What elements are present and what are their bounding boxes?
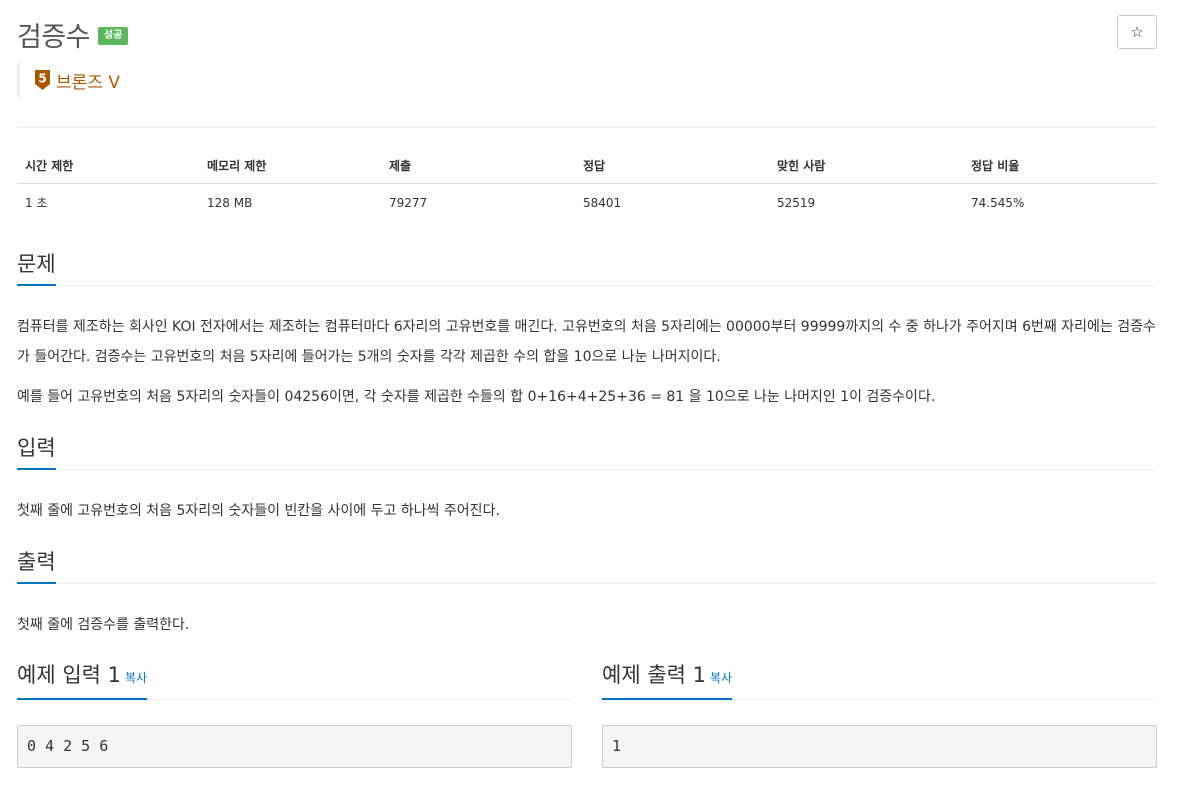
title-row: 검증수 성공 (17, 14, 129, 54)
page-title: 검증수 (17, 21, 91, 53)
tier-icon: 5 (34, 69, 51, 91)
star-button[interactable]: ☆ (1117, 15, 1157, 49)
header-accept-ratio: 정답 비율 (963, 147, 1157, 184)
problem-section: 문제 컴퓨터를 제조하는 회사인 KOI 전자에서는 제조하는 컴퓨터마다 6자… (17, 250, 1157, 412)
header-time-limit: 시간 제한 (17, 147, 199, 184)
sample-output-section: 예제 출력 1 복사 1 (602, 661, 1157, 768)
input-section: 입력 첫째 줄에 고유번호의 처음 5자리의 숫자들이 빈칸을 사이에 두고 하… (17, 434, 1157, 526)
table-header-row: 시간 제한 메모리 제한 제출 정답 맞힌 사람 정답 비율 (17, 147, 1157, 184)
output-section-header: 출력 (17, 548, 1157, 584)
divider (17, 127, 1157, 128)
sample-input-box[interactable]: 0 4 2 5 6 (17, 725, 572, 768)
value-accepted: 58401 (583, 195, 622, 210)
output-section-title: 출력 (17, 548, 56, 584)
output-section: 출력 첫째 줄에 검증수를 출력한다. (17, 548, 1157, 640)
problem-paragraph: 예를 들어 고유번호의 처음 5자리의 숫자들이 04256이면, 각 숫자를 … (17, 389, 936, 405)
input-section-title: 입력 (17, 434, 56, 470)
problem-section-header: 문제 (17, 250, 1157, 286)
status-badge: 성공 (98, 27, 129, 45)
header-solved-users: 맞힌 사람 (769, 147, 963, 184)
value-memory-limit: 128 MB (207, 195, 253, 210)
value-submissions: 79277 (389, 195, 428, 210)
sample-input-title: 예제 입력 1 복사 (17, 661, 148, 700)
problem-section-title: 문제 (17, 250, 56, 286)
value-accept-ratio: 74.545% (971, 195, 1025, 210)
header-submissions: 제출 (381, 147, 575, 184)
problem-info-table: 시간 제한 메모리 제한 제출 정답 맞힌 사람 정답 비율 1 초 128 M… (17, 147, 1157, 219)
tier-label: 브론즈 V (56, 72, 120, 93)
problem-paragraph: 컴퓨터를 제조하는 회사인 KOI 전자에서는 제조하는 컴퓨터마다 6자리의 … (17, 319, 1156, 365)
tier-badge[interactable]: 5 브론즈 V (17, 62, 120, 98)
sample-output-title: 예제 출력 1 복사 (602, 661, 733, 700)
value-solved-users: 52519 (777, 195, 816, 210)
output-text: 첫째 줄에 검증수를 출력한다. (17, 617, 190, 633)
copy-output-button[interactable]: 복사 (710, 671, 732, 685)
sample-input-section: 예제 입력 1 복사 0 4 2 5 6 (17, 661, 572, 768)
input-section-header: 입력 (17, 434, 1157, 470)
input-description: 첫째 줄에 고유번호의 처음 5자리의 숫자들이 빈칸을 사이에 두고 하나씩 … (17, 496, 1157, 526)
sample-output-title-text: 예제 출력 1 (602, 663, 706, 687)
table-row: 1 초 128 MB 79277 58401 52519 74.545% (17, 184, 1157, 220)
tier-number: 5 (38, 72, 46, 86)
input-text: 첫째 줄에 고유번호의 처음 5자리의 숫자들이 빈칸을 사이에 두고 하나씩 … (17, 503, 500, 519)
header-accepted: 정답 (575, 147, 769, 184)
sample-output-box[interactable]: 1 (602, 725, 1157, 768)
sample-input-title-text: 예제 입력 1 (17, 663, 121, 687)
sample-output-header: 예제 출력 1 복사 (602, 661, 1157, 700)
header-memory-limit: 메모리 제한 (199, 147, 381, 184)
copy-input-button[interactable]: 복사 (125, 671, 147, 685)
value-time-limit: 1 초 (25, 196, 48, 210)
sample-input-header: 예제 입력 1 복사 (17, 661, 572, 700)
output-description: 첫째 줄에 검증수를 출력한다. (17, 610, 1157, 640)
problem-description: 컴퓨터를 제조하는 회사인 KOI 전자에서는 제조하는 컴퓨터마다 6자리의 … (17, 312, 1157, 412)
star-icon: ☆ (1130, 24, 1144, 41)
